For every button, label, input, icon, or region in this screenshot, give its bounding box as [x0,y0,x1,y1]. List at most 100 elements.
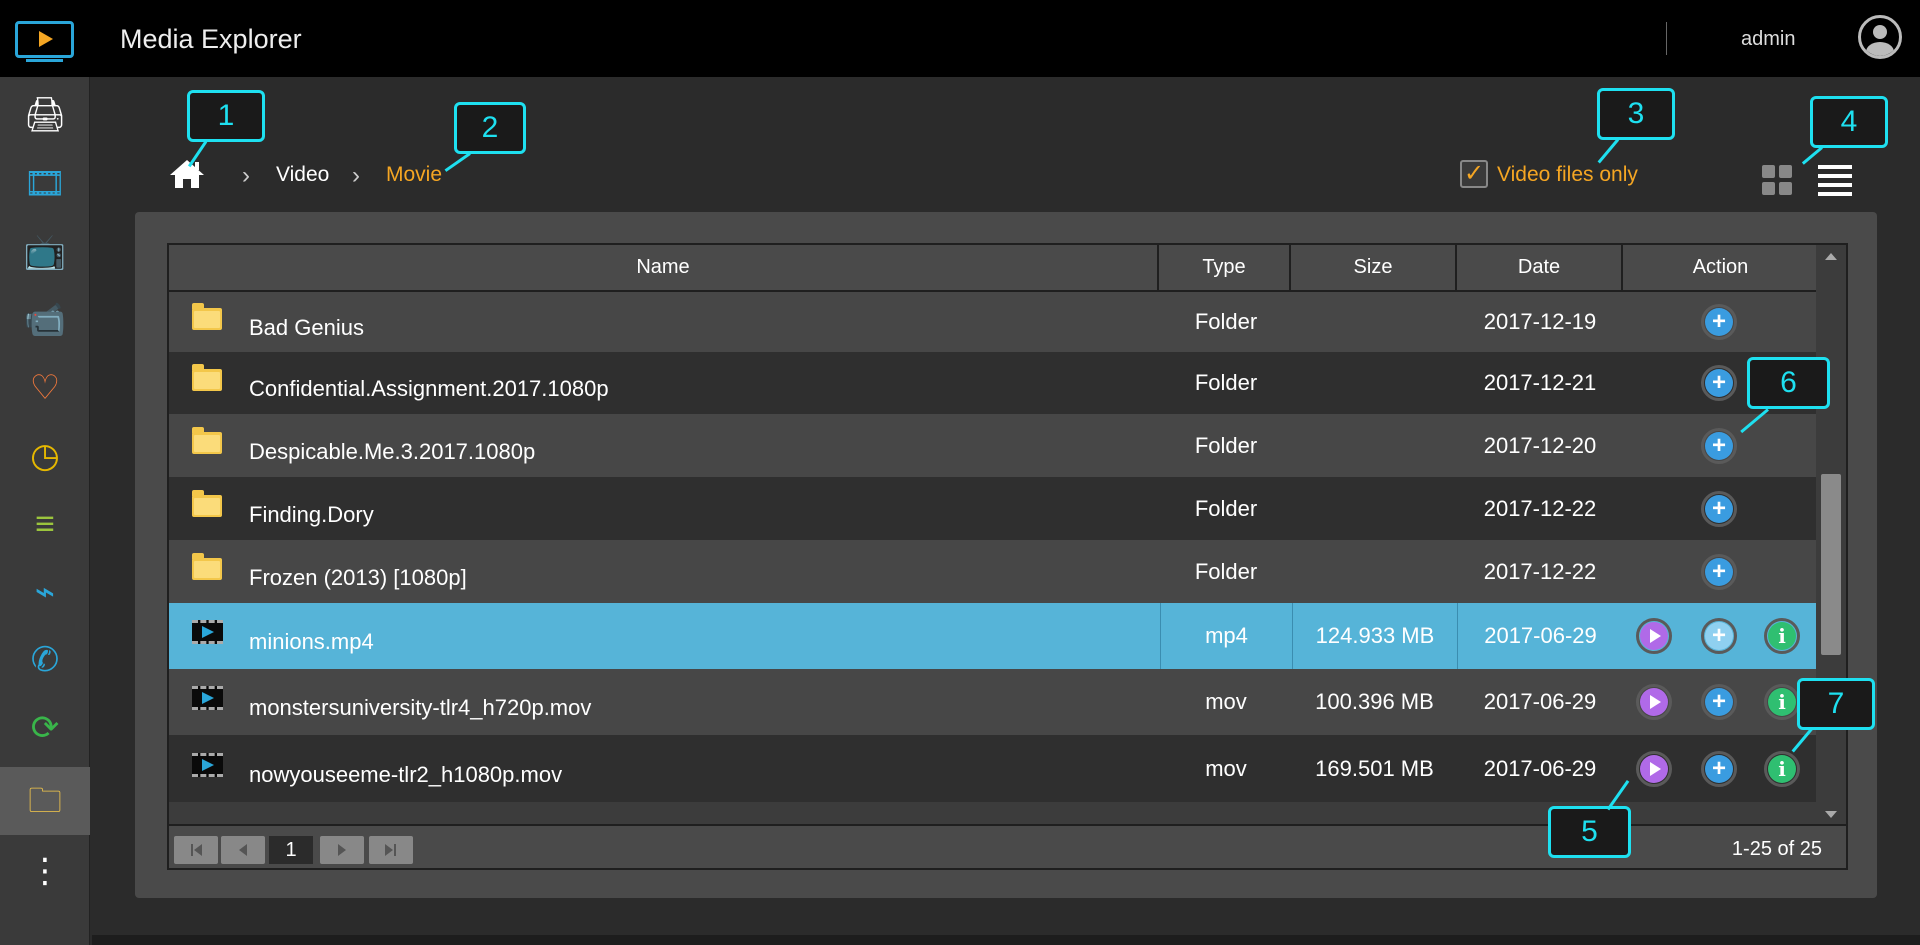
add-to-playlist-button[interactable]: + [1701,553,1737,590]
sidebar-item-heart[interactable]: ♡ [0,354,90,422]
column-header-size[interactable]: Size [1291,245,1457,290]
folder-video-icon: 🗀 [28,782,62,820]
cell-size [1292,414,1457,477]
add-to-playlist-button[interactable]: + [1701,490,1737,527]
current-page[interactable]: 1 [269,836,313,864]
plus-icon: + [1705,754,1733,783]
cell-date: 2017-06-29 [1457,603,1623,669]
file-name[interactable]: Confidential.Assignment.2017.1080p [249,376,609,402]
table-body: Bad Genius Folder 2017-12-19 + Confidential.… [169,292,1818,824]
next-page-button[interactable] [320,836,364,864]
breadcrumb-item-video[interactable]: Video [276,163,329,187]
scroll-down-icon[interactable] [1825,811,1837,818]
grid-view-icon[interactable] [1762,165,1794,197]
cell-name[interactable]: Despicable.Me.3.2017.1080p [169,414,1160,477]
home-icon[interactable] [168,158,206,190]
cell-name[interactable]: nowyouseeme-tlr2_h1080p.mov [169,735,1160,802]
table-row[interactable]: Despicable.Me.3.2017.1080p Folder 2017-12-… [169,414,1818,477]
cell-name[interactable]: monstersuniversity-tlr4_h720p.mov [169,669,1160,735]
sidebar-item-camcorder[interactable]: 📹 [0,286,90,354]
vertical-scrollbar[interactable] [1816,245,1846,824]
table-row[interactable]: Finding.Dory Folder 2017-12-22 + [169,477,1818,540]
table-row[interactable]: nowyouseeme-tlr2_h1080p.mov mov 169.501 MB… [169,735,1818,802]
cell-type: Folder [1194,558,1258,584]
main-bottom-edge [92,935,1920,945]
sidebar-item-clapper[interactable]: ⟳ [0,694,90,762]
info-button[interactable]: i [1764,618,1800,654]
previous-page-button[interactable] [221,836,265,864]
cell-date: 2017-12-22 [1483,495,1597,521]
plus-icon: + [1705,557,1733,586]
info-button[interactable]: i [1764,750,1800,787]
sidebar-item-clock[interactable]: ◷ [0,422,90,490]
sidebar-item-plug[interactable]: ⌁ [0,558,90,626]
file-name[interactable]: minions.mp4 [249,629,374,655]
video-files-only-checkbox[interactable]: ✓ [1460,160,1488,188]
table-row[interactable]: monstersuniversity-tlr4_h720p.mov mov 100.… [169,669,1818,735]
add-to-playlist-button[interactable]: + [1701,684,1737,720]
file-name[interactable]: monstersuniversity-tlr4_h720p.mov [249,695,591,721]
avatar-icon[interactable] [1858,15,1902,59]
callout-4: 4 [1810,96,1888,148]
file-name[interactable]: Bad Genius [249,315,364,341]
column-header-name[interactable]: Name [169,245,1159,290]
play-button[interactable] [1636,750,1672,787]
table-row[interactable]: minions.mp4 mp4 124.933 MB 2017-06-29 + i [169,603,1818,669]
sidebar: 🖨 🎞 📺 📹 ♡ ◷ ≡ ⌁ ✆ ⟳ 🗀 ⋮ [0,77,90,945]
add-to-playlist-button[interactable]: + [1701,365,1737,401]
add-to-playlist-button[interactable]: + [1701,304,1737,340]
cell-name[interactable]: minions.mp4 [169,603,1160,669]
remote-icon: ✆ [30,641,60,679]
cell-name[interactable]: Frozen (2013) [1080p] [169,540,1160,603]
folder-icon [192,426,222,454]
info-icon: i [1768,754,1796,783]
play-button[interactable] [1636,618,1672,654]
video-files-only-label[interactable]: Video files only [1497,163,1638,187]
sidebar-item-more[interactable]: ⋮ [0,837,90,905]
cell-name[interactable]: Bad Genius [169,292,1160,352]
top-divider [1666,22,1667,55]
add-to-playlist-button[interactable]: + [1701,427,1737,464]
file-name[interactable]: Finding.Dory [249,502,374,528]
list-view-icon[interactable] [1818,163,1852,197]
plus-icon: + [1705,622,1733,650]
info-icon: i [1768,622,1796,650]
sidebar-item-tv[interactable]: 📺 [0,218,90,286]
sidebar-item-folder-video[interactable]: 🗀 [0,767,90,835]
cell-size [1292,292,1457,352]
cell-size: 124.933 MB [1292,603,1457,669]
sidebar-item-nas[interactable]: 🖨 [0,81,90,149]
table-row[interactable]: Confidential.Assignment.2017.1080p Folder… [169,352,1818,414]
first-page-button[interactable] [174,836,218,864]
file-name[interactable]: nowyouseeme-tlr2_h1080p.mov [249,762,562,788]
table-row[interactable]: Frozen (2013) [1080p] Folder 2017-12-22 + [169,540,1818,603]
scroll-up-icon[interactable] [1825,253,1837,260]
cell-name[interactable]: Finding.Dory [169,477,1160,540]
info-button[interactable]: i [1764,684,1800,720]
sidebar-item-playlist[interactable]: ≡ [0,490,90,558]
cell-size [1292,540,1457,603]
column-header-date[interactable]: Date [1457,245,1623,290]
cell-action: + [1623,414,1818,477]
item-count: 1-25 of 25 [1731,838,1822,860]
play-button[interactable] [1636,684,1672,720]
add-to-playlist-button[interactable]: + [1701,618,1737,654]
folder-icon [192,364,222,391]
cell-action: + i [1623,603,1818,669]
camcorder-icon: 📹 [23,301,67,339]
sidebar-item-remote[interactable]: ✆ [0,626,90,694]
app-title: Media Explorer [120,24,302,54]
add-to-playlist-button[interactable]: + [1701,750,1737,787]
cell-name[interactable]: Confidential.Assignment.2017.1080p [169,352,1160,414]
file-name[interactable]: Frozen (2013) [1080p] [249,565,467,591]
file-name[interactable]: Despicable.Me.3.2017.1080p [249,439,535,465]
sidebar-item-film[interactable]: 🎞 [0,150,90,218]
column-header-type[interactable]: Type [1159,245,1291,290]
folder-icon [192,303,222,330]
table-row[interactable]: Bad Genius Folder 2017-12-19 + [169,292,1818,352]
app-logo-icon[interactable] [15,21,74,62]
user-name[interactable]: admin [1741,28,1795,51]
last-page-button[interactable] [369,836,413,864]
scroll-thumb[interactable] [1821,474,1841,655]
heart-icon: ♡ [29,369,61,407]
